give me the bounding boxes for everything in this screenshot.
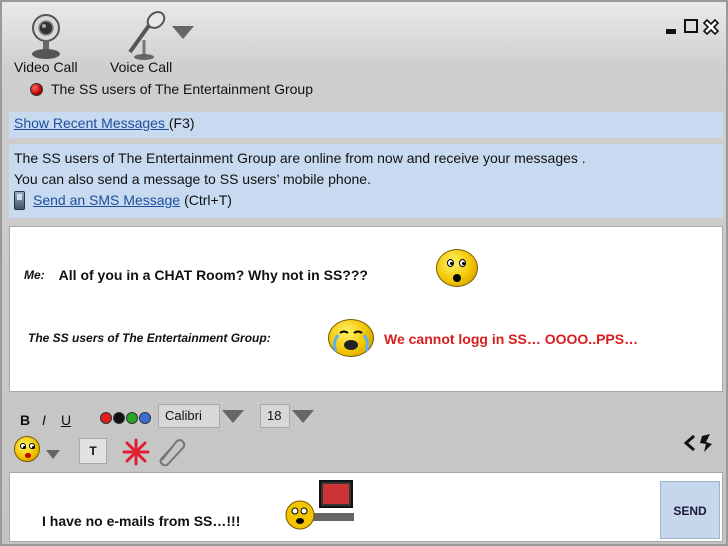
recent-shortcut: (F3) [168, 115, 195, 131]
show-recent-messages-link[interactable]: Show Recent Messages [14, 115, 169, 131]
message-input[interactable]: I have no e-mails from SS…!!! [42, 513, 240, 529]
voice-call-label[interactable]: Voice Call [110, 59, 172, 75]
font-size-select[interactable]: 18 [260, 404, 314, 428]
color-blue[interactable] [139, 412, 151, 424]
maximize-icon[interactable] [683, 18, 699, 34]
collapse-arrow-icon[interactable] [682, 432, 716, 459]
chevron-down-icon [292, 409, 314, 423]
paperclip-icon[interactable] [154, 436, 186, 471]
top-toolbar: Video Call Voice Call The SS users of Th… [4, 4, 728, 102]
computer-emoticon-icon [282, 477, 362, 542]
shocked-face-icon [436, 249, 478, 287]
font-family-select[interactable]: Calibri [158, 404, 244, 428]
message-sender: Me: [24, 268, 45, 282]
sms-row: Send an SMS Message (Ctrl+T) [14, 190, 718, 211]
voice-call-dropdown-icon[interactable] [170, 26, 194, 39]
nudge-icon[interactable] [122, 438, 150, 471]
sms-shortcut: (Ctrl+T) [184, 192, 232, 208]
mobile-phone-icon [14, 191, 25, 210]
window-controls [664, 18, 720, 36]
recent-messages-bar: Show Recent Messages (F3) [9, 112, 723, 138]
send-sms-link[interactable]: Send an SMS Message [33, 190, 180, 211]
info-line-2: You can also send a message to SS users’… [14, 171, 371, 187]
video-call-label[interactable]: Video Call [14, 59, 78, 75]
minimize-icon[interactable] [664, 18, 680, 34]
status-dot-icon [30, 82, 43, 96]
webcam-icon[interactable] [26, 12, 66, 60]
font-size-value: 18 [260, 404, 290, 428]
send-button[interactable]: SEND [660, 481, 720, 539]
color-green[interactable] [126, 412, 138, 424]
text-color-picker [100, 412, 151, 424]
formatting-toolbar: B I U Calibri 18 T [4, 400, 728, 470]
color-black[interactable] [113, 412, 125, 424]
info-line-1: The SS users of The Entertainment Group … [14, 150, 586, 166]
message-sender: The SS users of The Entertainment Group: [28, 331, 271, 345]
chevron-down-icon [222, 409, 244, 423]
emoticon-picker-icon[interactable] [14, 436, 40, 462]
message-text: We cannot logg in SS… OOOO..PPS… [384, 331, 639, 347]
chat-history[interactable]: Me: All of you in a CHAT Room? Why not i… [9, 226, 723, 392]
emoticon-dropdown-icon[interactable] [44, 450, 60, 459]
close-icon[interactable] [702, 18, 720, 36]
underline-button[interactable]: U [61, 412, 71, 428]
info-panel: The SS users of The Entertainment Group … [9, 144, 723, 218]
font-family-value: Calibri [158, 404, 220, 428]
chat-window: Video Call Voice Call The SS users of Th… [0, 0, 728, 546]
contact-name: The SS users of The Entertainment Group [51, 81, 313, 97]
crying-face-icon [328, 319, 374, 357]
chat-message: Me: All of you in a CHAT Room? Why not i… [24, 267, 368, 283]
microphone-icon[interactable] [120, 10, 170, 60]
text-style-button[interactable]: T [79, 438, 107, 464]
color-red[interactable] [100, 412, 112, 424]
contact-status: The SS users of The Entertainment Group [30, 81, 313, 97]
message-text: All of you in a CHAT Room? Why not in SS… [58, 267, 368, 283]
italic-button[interactable]: I [42, 412, 46, 428]
bold-button[interactable]: B [20, 412, 30, 428]
compose-area: I have no e-mails from SS…!!! SEND [9, 472, 723, 542]
